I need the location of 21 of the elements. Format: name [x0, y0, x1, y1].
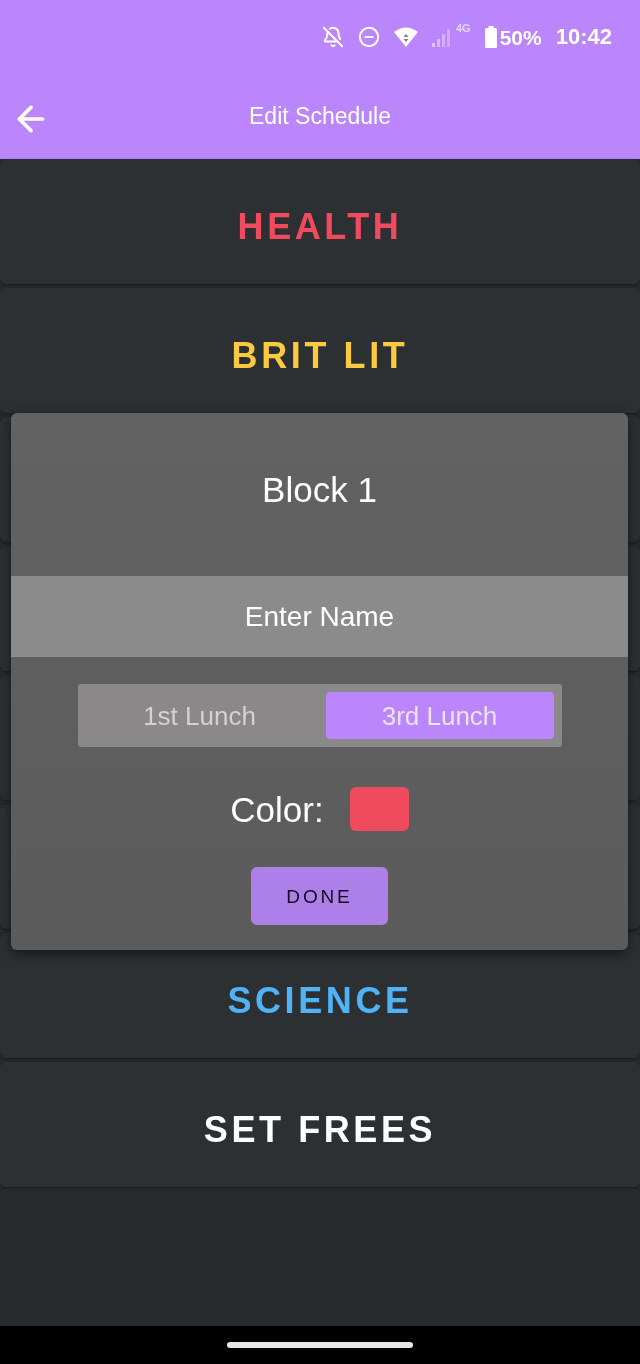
bell-off-icon: [322, 26, 344, 48]
battery-percent: 50%: [499, 26, 542, 48]
screen-title: Edit Schedule: [249, 105, 391, 128]
block-name: SCIENCE: [227, 982, 413, 1019]
do-not-disturb-icon: [358, 26, 380, 48]
wifi-icon: [394, 27, 418, 47]
block-name: HEALTH: [237, 208, 403, 245]
block-card[interactable]: HEALTH: [0, 159, 640, 284]
network-type: 4G: [456, 23, 471, 34]
color-swatch-icon[interactable]: [349, 787, 409, 831]
home-indicator[interactable]: [227, 1342, 413, 1348]
color-label: Color:: [230, 791, 324, 827]
clock-time: 10:42: [555, 26, 612, 48]
dialog-title: Block 1: [262, 472, 377, 507]
name-input[interactable]: Enter Name: [11, 576, 628, 657]
block-card[interactable]: BRIT LIT: [0, 288, 640, 413]
block-name: BRIT LIT: [231, 337, 409, 374]
block-name: SET FREES: [203, 1111, 437, 1148]
done-button[interactable]: DONE: [251, 867, 388, 925]
block-card[interactable]: SET FREES: [0, 1062, 640, 1187]
battery-icon: [484, 26, 497, 48]
